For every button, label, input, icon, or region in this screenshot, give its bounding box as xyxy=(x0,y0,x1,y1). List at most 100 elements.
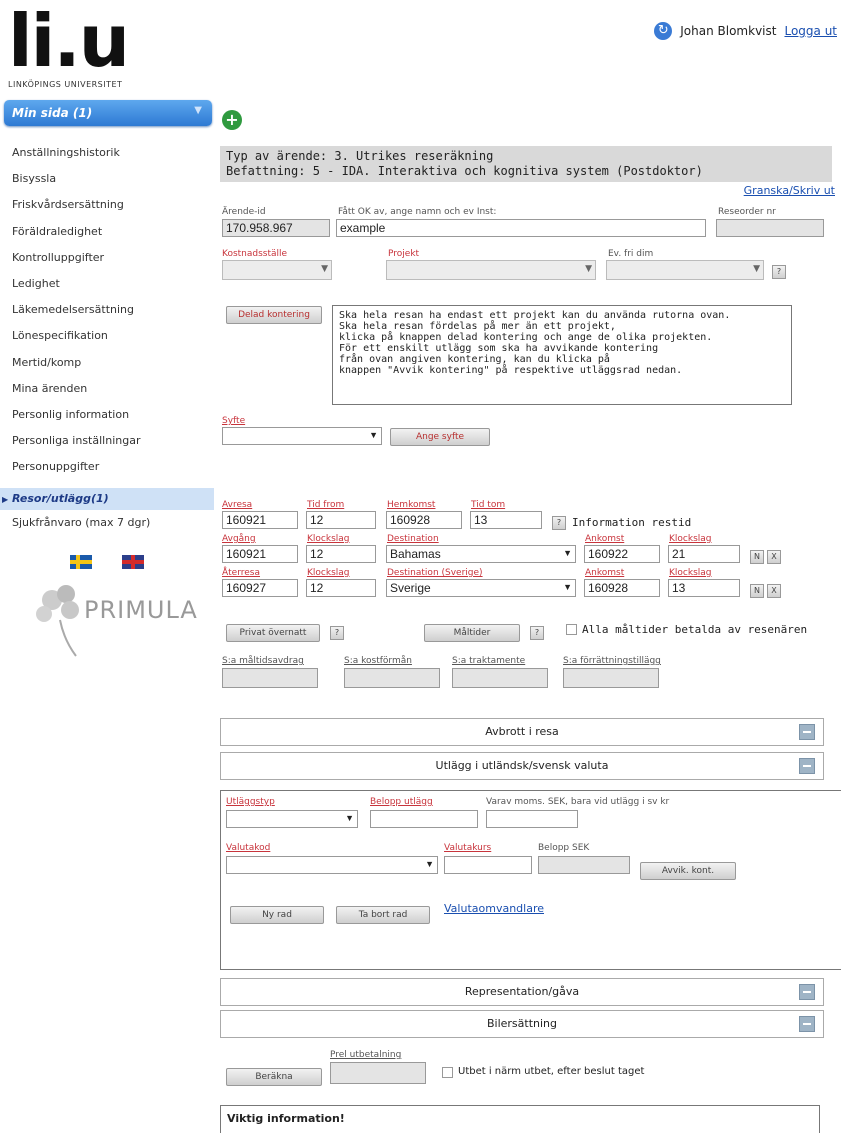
amount-field[interactable] xyxy=(370,810,478,828)
destination-sweden-label: Destination (Sverige) xyxy=(387,568,483,578)
sidebar-item[interactable]: Lönespecifikation xyxy=(12,329,108,342)
expand-icon[interactable] xyxy=(799,984,815,1000)
travel-order-label: Reseorder nr xyxy=(718,207,776,217)
free-dim-select[interactable]: ▼ xyxy=(606,260,764,280)
arrival2-time-field[interactable]: 13 xyxy=(668,579,740,597)
arrival-date-field[interactable]: 160922 xyxy=(584,545,660,563)
prel-payment-label: Prel utbetalning xyxy=(330,1050,402,1060)
amount-sek-label: Belopp SEK xyxy=(538,843,590,853)
refresh-icon[interactable]: ↻ xyxy=(654,22,673,40)
arrival-time-field[interactable]: 21 xyxy=(668,545,740,563)
sidebar-item[interactable]: Personliga inställningar xyxy=(12,434,140,447)
outbound-time-label: Klockslag xyxy=(307,534,350,544)
car-allowance-bar[interactable]: Bilersättning xyxy=(220,1010,824,1038)
sidebar-item[interactable]: Föräldraledighet xyxy=(12,225,102,238)
departure-date-label: Avresa xyxy=(222,500,253,510)
arrival2-date-field[interactable]: 160928 xyxy=(584,579,660,597)
exchange-rate-label: Valutakurs xyxy=(444,843,492,853)
sidebar-item[interactable]: Friskvårdsersättning xyxy=(12,198,124,211)
sidebar-item[interactable]: Mina ärenden xyxy=(12,382,87,395)
sidebar-item-resor[interactable]: ▶ Resor/utlägg(1) xyxy=(0,488,214,510)
free-dim-label: Ev. fri dim xyxy=(608,249,654,259)
private-help-button[interactable]: ? xyxy=(330,626,344,640)
cost-center-label: Kostnadsställe xyxy=(222,249,288,259)
expand-icon[interactable] xyxy=(799,1016,815,1032)
review-print-link[interactable]: Granska/Skriv ut xyxy=(744,184,835,197)
row2-x-button[interactable]: X xyxy=(767,584,781,598)
return-date-field[interactable]: 160928 xyxy=(386,511,462,529)
private-overnight-button[interactable]: Privat övernatt xyxy=(226,624,320,642)
row-n-button[interactable]: N xyxy=(750,550,764,564)
uk-flag-icon[interactable] xyxy=(122,555,144,569)
swedish-flag-icon[interactable] xyxy=(70,555,92,569)
logout-link[interactable]: Logga ut xyxy=(784,24,837,38)
enter-purpose-button[interactable]: Ange syfte xyxy=(390,428,490,446)
position: Befattning: 5 - IDA. Interaktiva och kog… xyxy=(226,164,703,178)
sidebar-item[interactable]: Läkemedelsersättning xyxy=(12,303,134,316)
outbound-date-field[interactable]: 160921 xyxy=(222,545,298,563)
arrival2-label: Ankomst xyxy=(585,568,625,578)
expense-type-select[interactable]: ▼ xyxy=(226,810,358,828)
time-from-field[interactable]: 12 xyxy=(306,511,376,529)
case-type: Typ av ärende: 3. Utrikes reseräkning xyxy=(226,149,494,163)
outbound-time-field[interactable]: 12 xyxy=(306,545,376,563)
time-to-field[interactable]: 13 xyxy=(470,511,542,529)
travel-time-help-button[interactable]: ? xyxy=(552,516,566,530)
car-allowance-label: Bilersättning xyxy=(486,1017,558,1030)
purpose-select[interactable]: ▼ xyxy=(222,427,382,445)
vat-field[interactable] xyxy=(486,810,578,828)
sidebar-item[interactable]: Anställningshistorik xyxy=(12,146,120,159)
departure-date-field[interactable]: 160921 xyxy=(222,511,298,529)
return-trip-date-field[interactable]: 160927 xyxy=(222,579,298,597)
approved-by-label: Fått OK av, ange namn och ev Inst: xyxy=(338,207,497,217)
remove-row-button[interactable]: Ta bort rad xyxy=(336,906,430,924)
sidebar-item[interactable]: Bisyssla xyxy=(12,172,56,185)
user-area: ↻ Johan Blomkvist Logga ut xyxy=(654,22,837,40)
split-accounting-button[interactable]: Delad kontering xyxy=(226,306,322,324)
calculate-button[interactable]: Beräkna xyxy=(226,1068,322,1086)
deviate-accounting-button[interactable]: Avvik. kont. xyxy=(640,862,736,880)
exchange-rate-field[interactable] xyxy=(444,856,532,874)
currency-converter-link[interactable]: Valutaomvandlare xyxy=(444,902,544,915)
expenses-bar[interactable]: Utlägg i utländsk/svensk valuta xyxy=(220,752,824,780)
trip-interruption-bar[interactable]: Avbrott i resa xyxy=(220,718,824,746)
cost-center-select[interactable]: ▼ xyxy=(222,260,332,280)
meals-button[interactable]: Måltider xyxy=(424,624,520,642)
user-name: Johan Blomkvist xyxy=(680,24,777,38)
sidebar-item[interactable]: Ledighet xyxy=(12,277,60,290)
case-id-field: 170.958.967 xyxy=(222,219,330,237)
return-time-field[interactable]: 12 xyxy=(306,579,376,597)
currency-code-select[interactable]: ▼ xyxy=(226,856,438,874)
payout-checkbox[interactable] xyxy=(442,1067,453,1078)
approved-by-field[interactable]: example xyxy=(336,219,706,237)
collapse-icon[interactable] xyxy=(799,758,815,774)
time-to-label: Tid tom xyxy=(471,500,506,510)
sidebar-item-sjukfranvaro[interactable]: Sjukfrånvaro (max 7 dgr) xyxy=(12,516,150,529)
sidebar-item[interactable]: Kontrolluppgifter xyxy=(12,251,104,264)
sidebar-item[interactable]: Mertid/komp xyxy=(12,356,81,369)
new-row-button[interactable]: Ny rad xyxy=(230,906,324,924)
meals-help-button[interactable]: ? xyxy=(530,626,544,640)
liu-logo: li.u LINKÖPINGS UNIVERSITET xyxy=(8,5,148,92)
destination-sweden-value: Sverige xyxy=(390,581,431,595)
sidebar-item[interactable]: Personuppgifter xyxy=(12,460,99,473)
row2-n-button[interactable]: N xyxy=(750,584,764,598)
destination-label: Destination xyxy=(387,534,439,544)
help-button[interactable]: ? xyxy=(772,265,786,279)
amount-sek-field xyxy=(538,856,630,874)
destination-sweden-select[interactable]: Sverige ▼ xyxy=(386,579,576,597)
all-meals-checkbox[interactable] xyxy=(566,624,577,635)
expand-icon[interactable] xyxy=(799,724,815,740)
min-sida-header[interactable]: Min sida (1) ▼ xyxy=(4,100,212,126)
add-icon[interactable]: + xyxy=(222,110,242,130)
row-x-button[interactable]: X xyxy=(767,550,781,564)
destination-select[interactable]: Bahamas ▼ xyxy=(386,545,576,563)
representation-bar[interactable]: Representation/gåva xyxy=(220,978,824,1006)
primula-logo: PRIMULA xyxy=(30,580,210,660)
sidebar-item[interactable]: Personlig information xyxy=(12,408,129,421)
project-select[interactable]: ▼ xyxy=(386,260,596,280)
return-time-label: Klockslag xyxy=(307,568,350,578)
destination-value: Bahamas xyxy=(390,547,441,561)
allowance-field xyxy=(452,668,548,688)
payout-label: Utbet i närm utbet, efter beslut taget xyxy=(458,1066,645,1077)
